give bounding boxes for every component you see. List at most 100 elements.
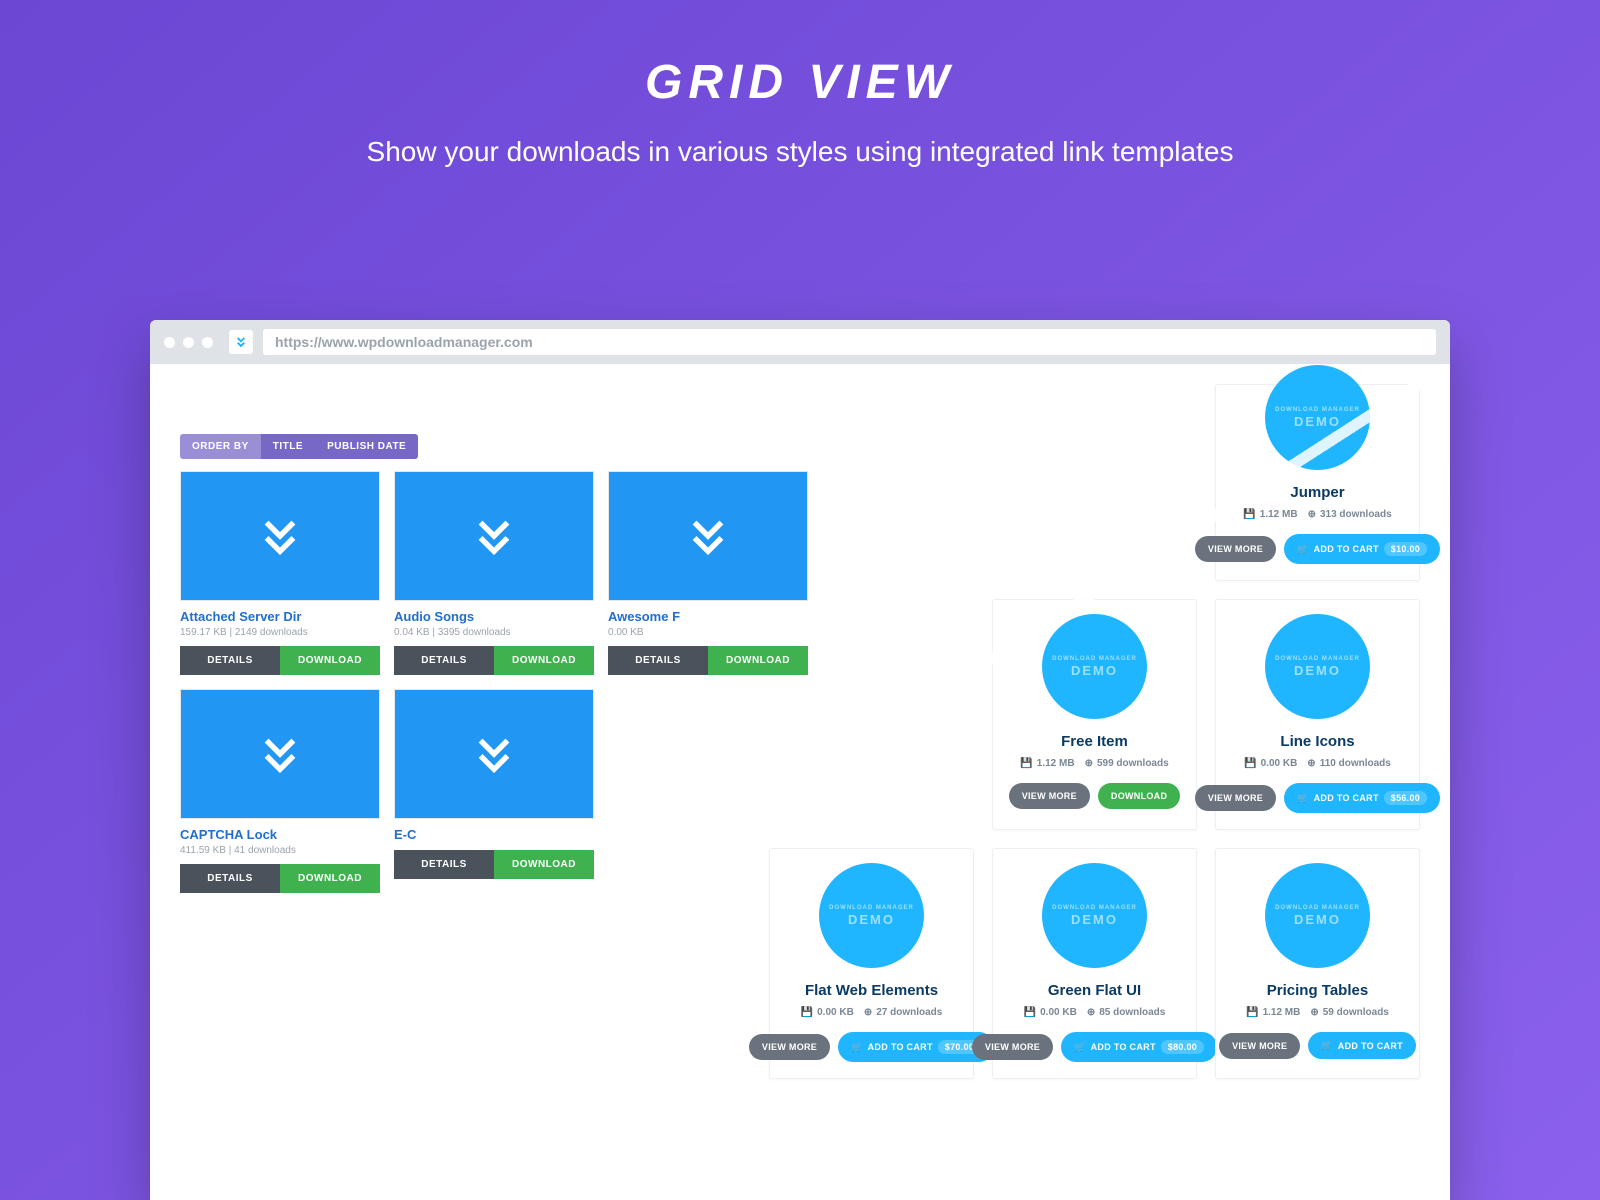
card-title[interactable]: Jumper bbox=[1228, 484, 1407, 501]
demo-badge-bottom: DEMO bbox=[1294, 414, 1341, 429]
url-text: https://www.wpdownloadmanager.com bbox=[275, 334, 533, 350]
add-to-cart-button[interactable]: 🛒ADD TO CART$56.00 bbox=[1284, 783, 1440, 813]
details-button[interactable]: DETAILS bbox=[394, 646, 494, 675]
download-chevron-icon bbox=[685, 513, 731, 559]
download-count-icon: ⊕ bbox=[1310, 1007, 1318, 1018]
window-dot[interactable] bbox=[202, 337, 213, 348]
hero-title: GRID VIEW bbox=[0, 55, 1600, 110]
demo-badge-bottom: DEMO bbox=[1071, 663, 1118, 678]
demo-badge: DOWNLOAD MANAGER DEMO bbox=[1042, 863, 1147, 968]
file-size: 💾1.12 MB bbox=[1020, 758, 1074, 769]
file-size: 💾0.00 KB bbox=[801, 1007, 854, 1018]
details-button[interactable]: DETAILS bbox=[180, 646, 280, 675]
hero: GRID VIEW Show your downloads in various… bbox=[0, 0, 1600, 171]
card-title[interactable]: Audio Songs bbox=[394, 609, 594, 624]
view-more-button[interactable]: VIEW MORE bbox=[1195, 536, 1276, 562]
order-by-publish-date[interactable]: PUBLISH DATE bbox=[315, 434, 418, 459]
download-count-icon: ⊕ bbox=[1307, 758, 1315, 769]
add-to-cart-label: ADD TO CART bbox=[868, 1042, 933, 1052]
add-to-cart-label: ADD TO CART bbox=[1338, 1041, 1403, 1051]
download-count-icon: ⊕ bbox=[864, 1007, 872, 1018]
download-card-a: E-C DETAILS DOWNLOAD bbox=[394, 689, 594, 893]
thumbnail[interactable] bbox=[394, 471, 594, 601]
download-card-b: DOWNLOAD MANAGER DEMO Green Flat UI 💾0.0… bbox=[992, 848, 1197, 1079]
disk-icon: 💾 bbox=[1020, 758, 1032, 769]
add-to-cart-button[interactable]: 🛒 ADD TO CART $80.00 bbox=[1061, 1032, 1217, 1062]
download-button[interactable]: DOWNLOAD bbox=[280, 864, 380, 893]
card-meta: 💾1.12 MB ⊕599 downloads bbox=[1005, 758, 1184, 769]
download-button[interactable]: DOWNLOAD bbox=[494, 850, 594, 879]
download-count: ⊕110 downloads bbox=[1307, 758, 1391, 769]
file-size: 💾0.00 KB bbox=[1024, 1007, 1077, 1018]
demo-badge-top: DOWNLOAD MANAGER bbox=[1275, 905, 1360, 911]
add-to-cart-label: ADD TO CART bbox=[1314, 544, 1379, 554]
demo-badge-bottom: DEMO bbox=[1294, 663, 1341, 678]
download-card-a: Awesome F 0.00 KB DETAILS DOWNLOAD bbox=[608, 471, 808, 675]
card-title[interactable]: Free Item bbox=[1005, 733, 1184, 750]
card-title[interactable]: CAPTCHA Lock bbox=[180, 827, 380, 842]
add-to-cart-label: ADD TO CART bbox=[1091, 1042, 1156, 1052]
download-button[interactable]: DOWNLOAD bbox=[280, 646, 380, 675]
window-dot[interactable] bbox=[164, 337, 175, 348]
card-actions: DETAILS DOWNLOAD bbox=[608, 646, 808, 675]
disk-icon: 💾 bbox=[1243, 509, 1255, 520]
window-controls[interactable] bbox=[164, 337, 213, 348]
card-title[interactable]: Attached Server Dir bbox=[180, 609, 380, 624]
demo-badge-top: DOWNLOAD MANAGER bbox=[829, 905, 914, 911]
demo-badge-bottom: DEMO bbox=[1294, 912, 1341, 927]
file-size: 💾1.12 MB bbox=[1243, 509, 1297, 520]
card-title[interactable]: E-C bbox=[394, 827, 594, 842]
details-button[interactable]: DETAILS bbox=[180, 864, 280, 893]
card-meta: 💾1.12 MB ⊕313 downloads bbox=[1228, 509, 1407, 520]
url-bar[interactable]: https://www.wpdownloadmanager.com bbox=[263, 329, 1436, 355]
cart-icon: 🛒 bbox=[851, 1042, 863, 1053]
view-more-button[interactable]: VIEW MORE bbox=[972, 1034, 1053, 1060]
view-more-button[interactable]: VIEW MORE bbox=[1195, 785, 1276, 811]
thumbnail[interactable] bbox=[394, 689, 594, 819]
download-card-b: DOWNLOAD MANAGER DEMO Pricing Tables 💾1.… bbox=[1215, 848, 1420, 1079]
details-button[interactable]: DETAILS bbox=[394, 850, 494, 879]
demo-badge: DOWNLOAD MANAGER DEMO bbox=[1265, 863, 1370, 968]
hero-subtitle: Show your downloads in various styles us… bbox=[0, 132, 1600, 171]
thumbnail[interactable] bbox=[608, 471, 808, 601]
demo-badge-bottom: DEMO bbox=[1071, 912, 1118, 927]
download-chevron-icon bbox=[471, 731, 517, 777]
download-button[interactable]: DOWNLOAD bbox=[494, 646, 594, 675]
download-button[interactable]: DOWNLOAD bbox=[1098, 783, 1180, 809]
download-card-a: CAPTCHA Lock 411.59 KB | 41 downloads DE… bbox=[180, 689, 380, 893]
download-card-a: Attached Server Dir 159.17 KB | 2149 dow… bbox=[180, 471, 380, 675]
thumbnail[interactable] bbox=[180, 471, 380, 601]
download-count: ⊕27 downloads bbox=[864, 1007, 943, 1018]
card-actions: VIEW MORE 🛒ADD TO CART$10.00 bbox=[1228, 534, 1407, 564]
grid-style-b: DOWNLOAD MANAGER DEMO Jumper 💾1.12 MB ⊕3… bbox=[780, 384, 1420, 1079]
view-more-button[interactable]: VIEW MORE bbox=[1009, 783, 1090, 809]
thumbnail[interactable] bbox=[180, 689, 380, 819]
order-by-label: ORDER BY bbox=[180, 434, 261, 459]
window-dot[interactable] bbox=[183, 337, 194, 348]
view-more-button[interactable]: VIEW MORE bbox=[749, 1034, 830, 1060]
demo-badge-top: DOWNLOAD MANAGER bbox=[1052, 656, 1137, 662]
order-by-title[interactable]: TITLE bbox=[261, 434, 315, 459]
card-title[interactable]: Pricing Tables bbox=[1228, 982, 1407, 999]
card-title[interactable]: Line Icons bbox=[1228, 733, 1407, 750]
price-badge: $80.00 bbox=[1161, 1040, 1204, 1054]
grid-style-a: ORDER BY TITLE PUBLISH DATE Attached Ser… bbox=[180, 434, 800, 893]
view-more-button[interactable]: VIEW MORE bbox=[1219, 1033, 1300, 1059]
card-title[interactable]: Awesome F bbox=[608, 609, 808, 624]
download-card-b: DOWNLOAD MANAGER DEMO Flat Web Elements … bbox=[769, 848, 974, 1079]
download-count-icon: ⊕ bbox=[1087, 1007, 1095, 1018]
price-badge: $10.00 bbox=[1384, 542, 1427, 556]
cart-icon: 🛒 bbox=[1074, 1042, 1086, 1053]
card-title[interactable]: Green Flat UI bbox=[1005, 982, 1184, 999]
browser-window: https://www.wpdownloadmanager.com ORDER … bbox=[150, 320, 1450, 1200]
card-meta: 💾0.00 KB ⊕27 downloads bbox=[782, 1007, 961, 1018]
add-to-cart-button[interactable]: 🛒ADD TO CART$10.00 bbox=[1284, 534, 1440, 564]
details-button[interactable]: DETAILS bbox=[608, 646, 708, 675]
download-chevron-icon bbox=[257, 513, 303, 559]
add-to-cart-button[interactable]: 🛒ADD TO CART bbox=[1308, 1032, 1416, 1059]
add-to-cart-button[interactable]: 🛒ADD TO CART$70.00 bbox=[838, 1032, 994, 1062]
card-title[interactable]: Flat Web Elements bbox=[782, 982, 961, 999]
order-by-bar: ORDER BY TITLE PUBLISH DATE bbox=[180, 434, 800, 459]
page-canvas: ORDER BY TITLE PUBLISH DATE Attached Ser… bbox=[150, 364, 1450, 1200]
download-chevron-icon bbox=[257, 731, 303, 777]
